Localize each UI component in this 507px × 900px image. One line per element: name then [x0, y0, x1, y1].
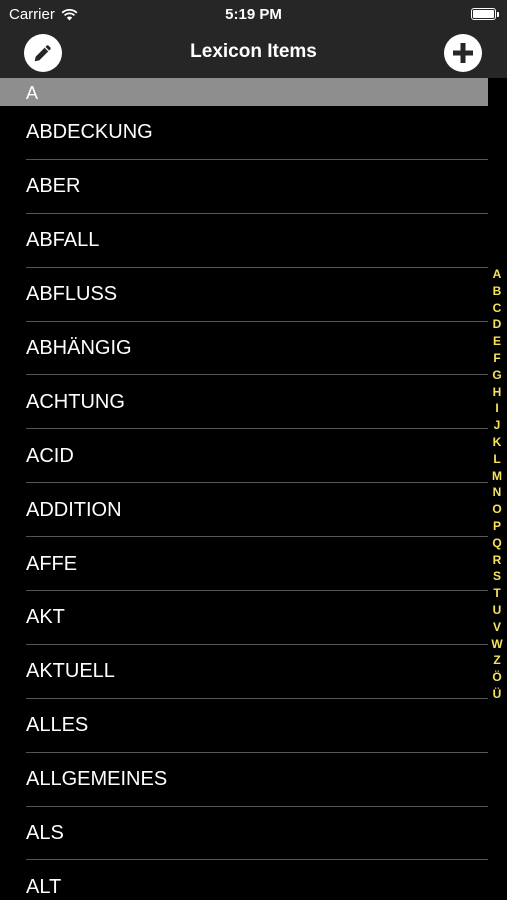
- index-letter-b[interactable]: B: [493, 283, 502, 300]
- index-letter-o[interactable]: O: [492, 501, 501, 518]
- index-letter-w[interactable]: W: [491, 636, 502, 653]
- index-letter-c[interactable]: C: [493, 300, 502, 317]
- list-item[interactable]: ABFLUSS: [0, 268, 488, 322]
- index-letter-t[interactable]: T: [493, 585, 500, 602]
- index-letter-i[interactable]: I: [495, 400, 498, 417]
- list-item[interactable]: ABER: [0, 160, 488, 214]
- index-letter-m[interactable]: M: [492, 468, 502, 485]
- index-letter-j[interactable]: J: [494, 417, 501, 434]
- list-item[interactable]: ABDECKUNG: [0, 106, 488, 160]
- index-letter-e[interactable]: E: [493, 333, 501, 350]
- battery-icon: [471, 8, 499, 20]
- section-index[interactable]: A B C D E F G H I J K L M N O P Q R S T …: [490, 266, 504, 703]
- list-item[interactable]: AFFE: [0, 537, 488, 591]
- add-item-button[interactable]: [444, 34, 482, 72]
- index-letter-s[interactable]: S: [493, 568, 501, 585]
- index-letter-u-umlaut[interactable]: Ü: [493, 686, 502, 703]
- index-letter-h[interactable]: H: [493, 384, 502, 401]
- list-item[interactable]: ALLES: [0, 699, 488, 753]
- status-time: 5:19 PM: [225, 6, 282, 23]
- index-letter-q[interactable]: Q: [492, 535, 501, 552]
- index-letter-f[interactable]: F: [493, 350, 500, 367]
- list-item[interactable]: AKT: [0, 591, 488, 645]
- list-item[interactable]: ALLGEMEINES: [0, 753, 488, 807]
- index-letter-l[interactable]: L: [493, 451, 500, 468]
- status-bar: Carrier 5:19 PM: [0, 0, 507, 28]
- index-letter-u[interactable]: U: [493, 602, 502, 619]
- index-letter-r[interactable]: R: [493, 552, 502, 569]
- index-letter-p[interactable]: P: [493, 518, 501, 535]
- list-item[interactable]: ALT: [0, 860, 488, 900]
- list-item[interactable]: ABFALL: [0, 214, 488, 268]
- list-item[interactable]: ACID: [0, 429, 488, 484]
- index-letter-d[interactable]: D: [493, 316, 502, 333]
- list-item[interactable]: AKTUELL: [0, 645, 488, 699]
- list-item[interactable]: ABHÄNGIG: [0, 322, 488, 376]
- index-letter-n[interactable]: N: [493, 484, 502, 501]
- list-item[interactable]: ALS: [0, 807, 488, 861]
- index-letter-g[interactable]: G: [492, 367, 501, 384]
- navigation-bar: Lexicon Items: [0, 28, 507, 78]
- list-item[interactable]: ACHTUNG: [0, 375, 488, 430]
- index-letter-z[interactable]: Z: [493, 652, 500, 669]
- plus-icon: [453, 43, 473, 63]
- index-letter-v[interactable]: V: [493, 619, 501, 636]
- index-letter-a[interactable]: A: [493, 266, 502, 283]
- list-item[interactable]: ADDITION: [0, 483, 488, 538]
- section-header: A: [0, 78, 488, 106]
- index-letter-o-umlaut[interactable]: Ö: [492, 669, 501, 686]
- page-title: Lexicon Items: [190, 41, 317, 62]
- index-letter-k[interactable]: K: [493, 434, 502, 451]
- lexicon-list[interactable]: A ABDECKUNG ABER ABFALL ABFLUSS ABHÄNGIG…: [0, 78, 507, 900]
